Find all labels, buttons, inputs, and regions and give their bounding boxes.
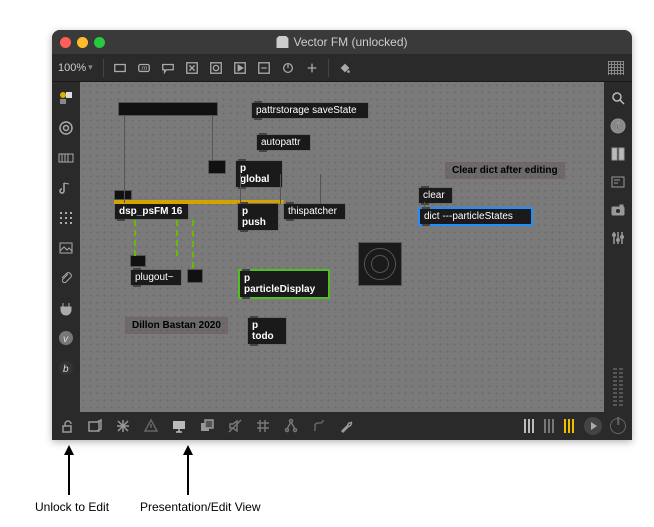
grid-icon[interactable] xyxy=(254,417,272,435)
paint-icon[interactable] xyxy=(335,59,355,77)
object-dict[interactable]: dict ---particleStates xyxy=(418,207,533,226)
camera-icon[interactable] xyxy=(608,200,628,220)
object-p-global[interactable]: p global xyxy=(235,160,283,188)
cpu-meter-1 xyxy=(524,419,536,433)
object-p-particledisplay[interactable]: p particleDisplay xyxy=(238,269,330,299)
power-icon[interactable] xyxy=(610,418,626,434)
scope-object[interactable] xyxy=(358,242,402,286)
annotation-arrow-presentation xyxy=(183,445,193,495)
tree-icon[interactable] xyxy=(282,417,300,435)
zoom-button[interactable] xyxy=(94,37,105,48)
image-palette-icon[interactable] xyxy=(56,238,76,258)
basic-palette-icon[interactable] xyxy=(56,88,76,108)
play-box-icon[interactable] xyxy=(230,59,250,77)
max-patcher-window: Vector FM (unlocked) 100% m v xyxy=(52,30,632,440)
warning-icon[interactable] xyxy=(142,417,160,435)
object-dsp[interactable]: dsp_psFM 16 xyxy=(114,203,189,220)
keyboard-palette-icon[interactable] xyxy=(56,148,76,168)
minimize-button[interactable] xyxy=(77,37,88,48)
new-view-icon[interactable] xyxy=(86,417,104,435)
attach-palette-icon[interactable] xyxy=(56,268,76,288)
annotation-label-unlock: Unlock to Edit xyxy=(35,500,109,514)
play-button[interactable] xyxy=(584,417,602,435)
svg-text:b: b xyxy=(63,364,69,375)
lock-icon[interactable] xyxy=(58,417,76,435)
minus-box-icon[interactable] xyxy=(254,59,274,77)
bang-box-icon[interactable] xyxy=(182,59,202,77)
object-icon[interactable] xyxy=(110,59,130,77)
object-plugout[interactable]: plugout~ xyxy=(130,269,182,286)
dial-icon[interactable] xyxy=(278,59,298,77)
comment-icon[interactable] xyxy=(158,59,178,77)
search-icon[interactable] xyxy=(608,88,628,108)
window-controls xyxy=(60,37,105,48)
ui-object[interactable] xyxy=(114,190,132,200)
comment-author: Dillon Bastan 2020 xyxy=(125,317,228,334)
patcher-canvas[interactable]: pattrstorage saveState autopattr p globa… xyxy=(80,82,604,412)
close-button[interactable] xyxy=(60,37,71,48)
ui-object[interactable] xyxy=(187,269,203,283)
mute-icon[interactable] xyxy=(226,417,244,435)
svg-text:m: m xyxy=(141,65,147,72)
mixer-icon[interactable] xyxy=(608,228,628,248)
beap-palette-icon[interactable]: b xyxy=(56,358,76,378)
top-toolbar: 100% m xyxy=(52,54,632,82)
document-icon xyxy=(276,36,288,48)
toggle-box-icon[interactable] xyxy=(206,59,226,77)
right-palette: i xyxy=(604,82,632,412)
title-text: Vector FM (unlocked) xyxy=(293,35,407,49)
titlebar: Vector FM (unlocked) xyxy=(52,30,632,54)
left-palette: v b xyxy=(52,82,80,412)
add-icon[interactable] xyxy=(302,59,322,77)
zoom-selector[interactable]: 100% xyxy=(58,62,93,74)
annotation-arrow-unlock xyxy=(64,445,74,495)
console-icon[interactable] xyxy=(608,172,628,192)
note-palette-icon[interactable] xyxy=(56,178,76,198)
bottom-toolbar xyxy=(52,412,632,440)
vizzie-palette-icon[interactable]: v xyxy=(56,328,76,348)
object-autopattr[interactable]: autopattr xyxy=(256,134,311,151)
plug-palette-icon[interactable] xyxy=(56,298,76,318)
annotation-label-presentation: Presentation/Edit View xyxy=(140,500,261,514)
reference-icon[interactable] xyxy=(608,144,628,164)
main-area: v b pattrstorage saveState autopattr p g… xyxy=(52,82,632,412)
route-icon[interactable] xyxy=(310,417,328,435)
level-meters xyxy=(613,368,623,408)
presentation-icon[interactable] xyxy=(170,417,188,435)
comment-clear-dict: Clear dict after editing xyxy=(445,162,565,179)
layers-icon[interactable] xyxy=(198,417,216,435)
cpu-meter-2 xyxy=(544,419,556,433)
ui-object[interactable] xyxy=(208,160,226,174)
grid-display-icon[interactable] xyxy=(606,59,626,77)
info-icon[interactable]: i xyxy=(608,116,628,136)
snowflake-icon[interactable] xyxy=(114,417,132,435)
ui-object[interactable] xyxy=(130,255,146,267)
matrix-palette-icon[interactable] xyxy=(56,208,76,228)
cpu-meter-3 xyxy=(564,419,576,433)
message-icon[interactable]: m xyxy=(134,59,154,77)
ui-object[interactable] xyxy=(118,102,218,116)
object-thispatcher[interactable]: thispatcher xyxy=(283,203,346,220)
record-palette-icon[interactable] xyxy=(56,118,76,138)
object-p-push[interactable]: p push xyxy=(237,203,279,231)
object-pattrstorage[interactable]: pattrstorage saveState xyxy=(251,102,369,119)
window-title: Vector FM (unlocked) xyxy=(276,35,407,49)
wrench-icon[interactable] xyxy=(338,417,356,435)
object-p-todo[interactable]: p todo xyxy=(247,317,287,345)
